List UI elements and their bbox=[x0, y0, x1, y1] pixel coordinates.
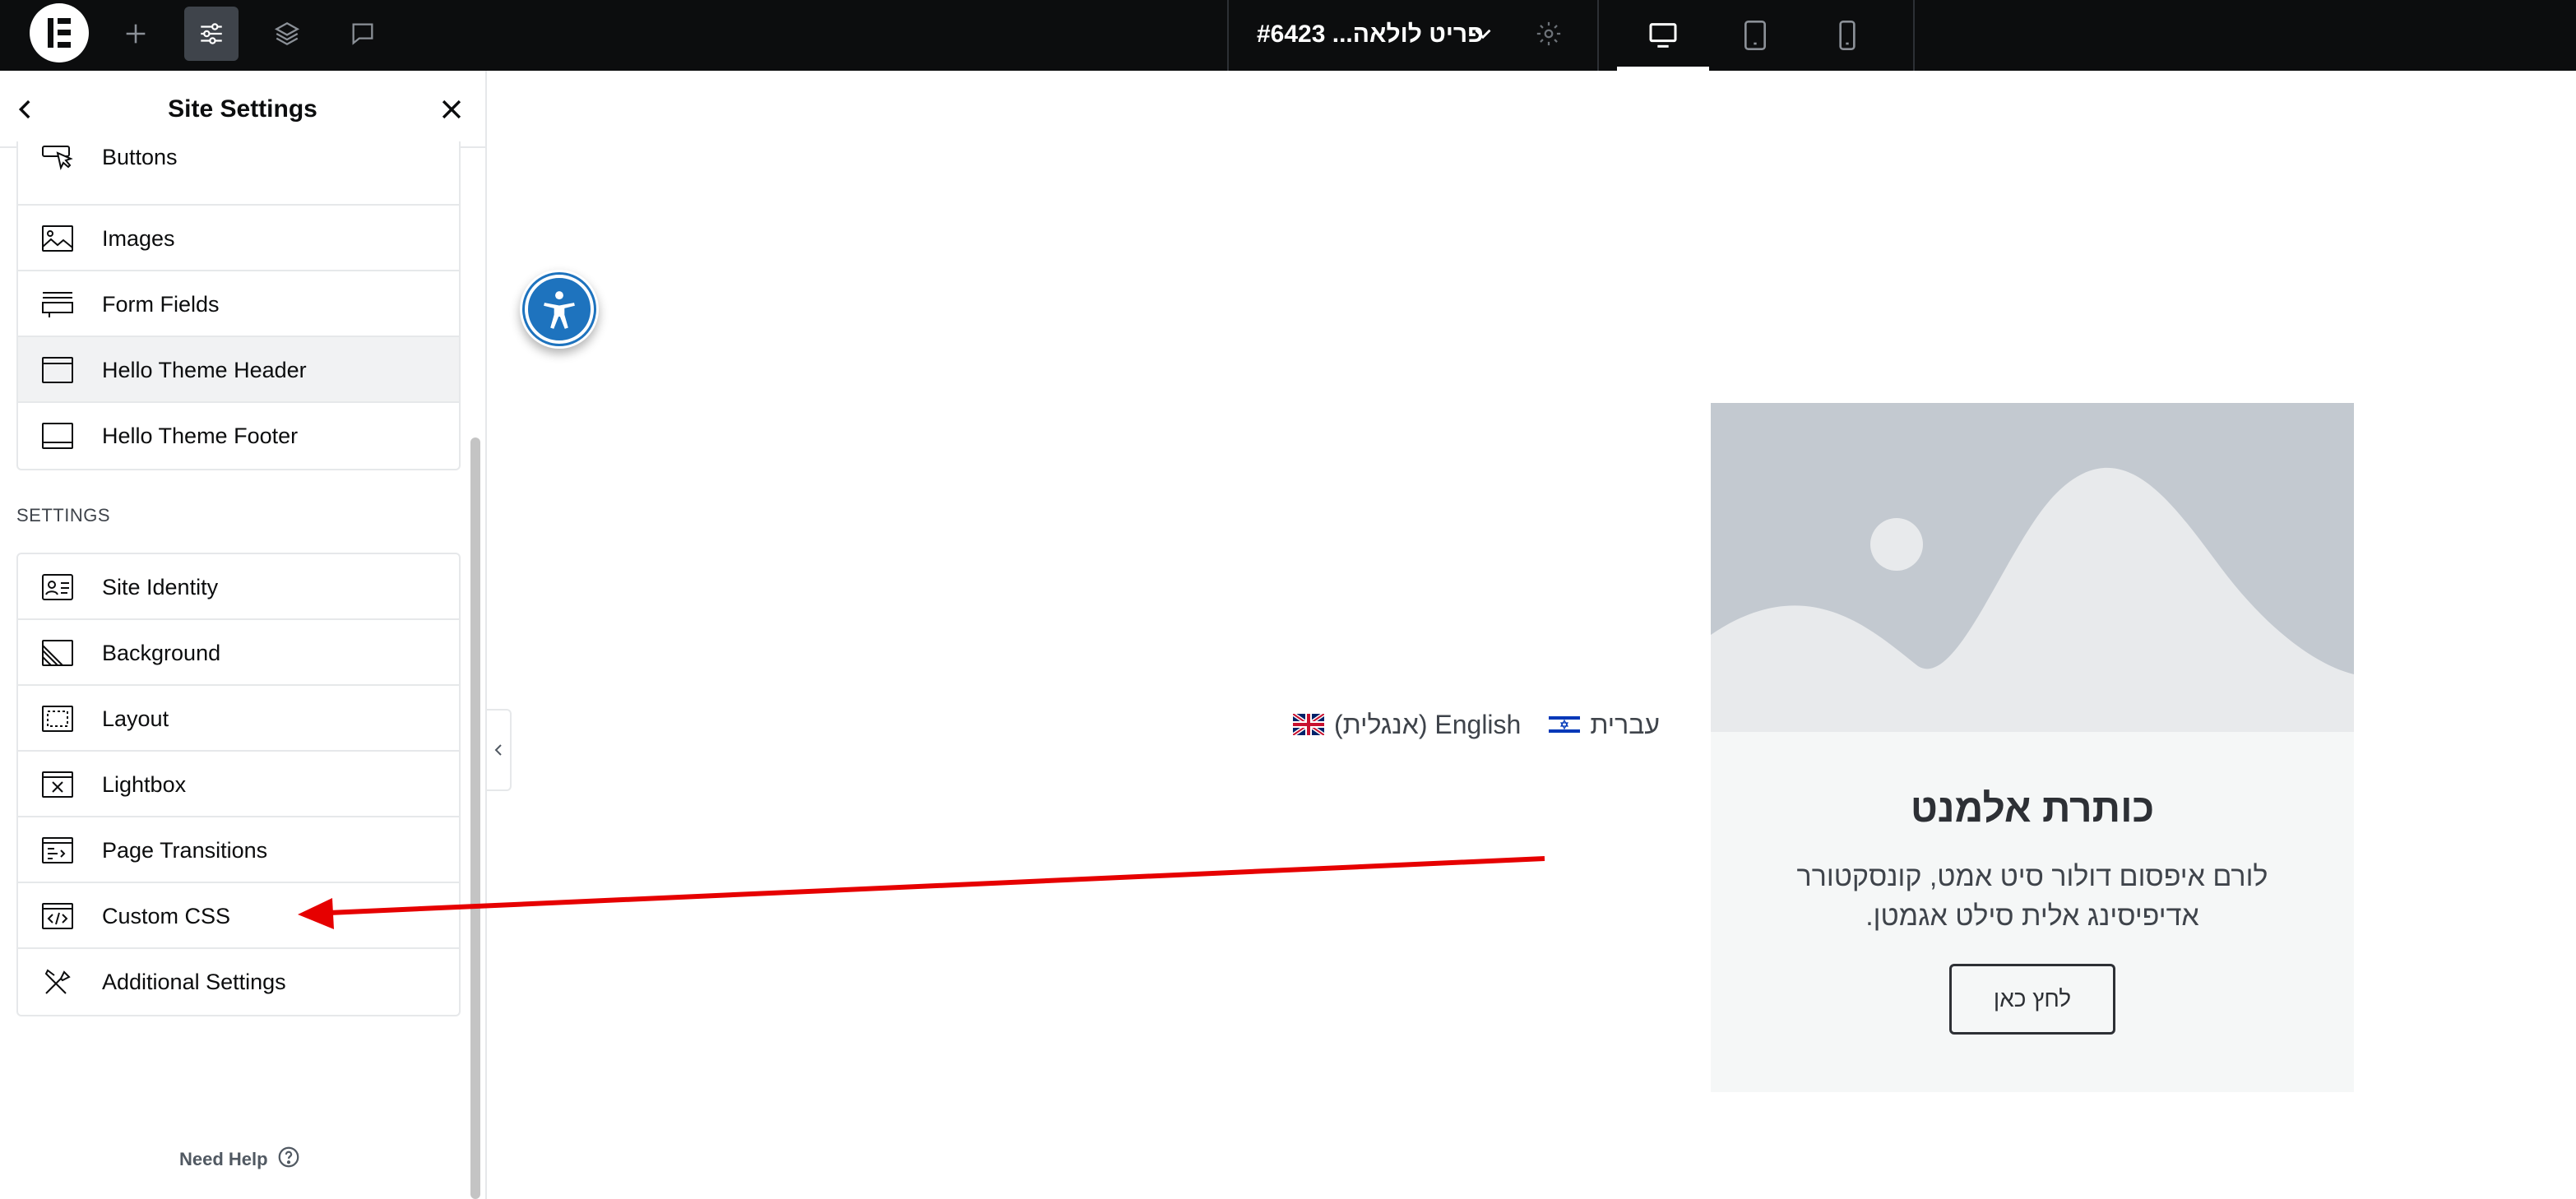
mobile-icon[interactable] bbox=[1801, 0, 1893, 71]
site-settings-panel: Site Settings Buttons Images Form Fields bbox=[0, 71, 487, 1199]
settings-item-label: Lightbox bbox=[102, 772, 187, 797]
collapse-panel-button[interactable] bbox=[487, 709, 512, 791]
uk-flag-icon bbox=[1293, 714, 1324, 735]
chevron-down-icon[interactable] bbox=[1456, 7, 1510, 61]
help-circle-icon bbox=[276, 1145, 301, 1174]
footer-icon bbox=[41, 421, 74, 451]
settings-item-layout[interactable]: Layout bbox=[18, 686, 459, 752]
general-settings-group: Site Identity Background Layout Lightbox… bbox=[16, 553, 461, 1016]
content-card: כותרת אלמנט לורם איפסום דולור סיט אמט, ק… bbox=[1711, 403, 2354, 1092]
settings-item-lightbox[interactable]: Lightbox bbox=[18, 752, 459, 817]
language-label: עברית bbox=[1590, 709, 1660, 739]
page-transitions-icon bbox=[41, 836, 74, 865]
lightbox-icon bbox=[41, 770, 74, 799]
layout-icon bbox=[41, 704, 74, 734]
top-bar: #6423 ...פריט לולאה bbox=[0, 0, 2576, 71]
settings-item-label: Hello Theme Footer bbox=[102, 424, 299, 448]
background-icon bbox=[41, 638, 74, 668]
settings-item-label: Custom CSS bbox=[102, 904, 231, 928]
settings-item-label: Additional Settings bbox=[102, 970, 286, 994]
settings-item-label: Page Transitions bbox=[102, 838, 268, 863]
settings-item-page-transitions[interactable]: Page Transitions bbox=[18, 817, 459, 883]
header-icon bbox=[41, 355, 74, 385]
placeholder-image bbox=[1711, 403, 2354, 732]
language-english[interactable]: English (אנגלית) bbox=[1293, 710, 1521, 740]
settings-item-form-fields[interactable]: Form Fields bbox=[18, 271, 459, 337]
settings-item-label: Images bbox=[102, 226, 175, 251]
elementor-logo[interactable] bbox=[30, 3, 89, 62]
settings-item-label: Hello Theme Header bbox=[102, 358, 307, 382]
settings-item-hello-theme-footer[interactable]: Hello Theme Footer bbox=[18, 403, 459, 469]
custom-css-icon bbox=[41, 901, 74, 931]
card-heading: כותרת אלמנט bbox=[1910, 787, 2155, 831]
settings-item-buttons[interactable]: Buttons bbox=[18, 141, 459, 206]
site-settings-icon[interactable] bbox=[184, 7, 239, 61]
form-fields-icon bbox=[41, 289, 74, 319]
desktop-icon[interactable] bbox=[1617, 0, 1709, 71]
comments-icon[interactable] bbox=[336, 7, 390, 61]
language-hebrew[interactable]: עברית bbox=[1549, 710, 1660, 740]
document-title-text: #6423 ...פריט לולאה bbox=[1257, 21, 1484, 48]
tablet-icon[interactable] bbox=[1709, 0, 1801, 71]
settings-item-background[interactable]: Background bbox=[18, 620, 459, 686]
language-label: English (אנגלית) bbox=[1334, 709, 1522, 739]
panel-header: Site Settings bbox=[0, 71, 485, 148]
need-help-link[interactable]: Need Help bbox=[179, 1145, 301, 1174]
settings-item-label: Background bbox=[102, 641, 221, 665]
card-text: לורם איפסום דולור סיט אמט, קונסקטורר אדי… bbox=[1796, 861, 2268, 932]
layers-icon[interactable] bbox=[260, 7, 314, 61]
toolbar-divider bbox=[1913, 0, 1915, 71]
close-icon[interactable] bbox=[431, 89, 472, 130]
settings-section-label: SETTINGS bbox=[16, 505, 111, 525]
settings-item-custom-css[interactable]: Custom CSS bbox=[18, 883, 459, 949]
settings-item-label: Buttons bbox=[102, 145, 178, 169]
toolbar-divider bbox=[1597, 0, 1599, 71]
settings-item-images[interactable]: Images bbox=[18, 206, 459, 271]
settings-item-additional-settings[interactable]: Additional Settings bbox=[18, 949, 459, 1015]
pointer-click-icon bbox=[41, 143, 74, 173]
site-identity-icon bbox=[41, 572, 74, 602]
settings-item-site-identity[interactable]: Site Identity bbox=[18, 554, 459, 620]
settings-item-label: Form Fields bbox=[102, 292, 220, 317]
document-title[interactable]: #6423 ...פריט לולאה bbox=[1257, 16, 1484, 53]
settings-item-label: Layout bbox=[102, 706, 169, 731]
gear-icon[interactable] bbox=[1522, 7, 1576, 61]
card-button[interactable]: לחץ כאן bbox=[1949, 964, 2115, 1035]
image-icon bbox=[41, 224, 74, 253]
settings-item-hello-theme-header[interactable]: Hello Theme Header bbox=[18, 337, 459, 403]
panel-title: Site Settings bbox=[168, 95, 317, 123]
accessibility-person-icon bbox=[544, 291, 575, 329]
israel-flag-icon bbox=[1549, 714, 1581, 735]
toolbar-divider bbox=[1227, 0, 1229, 71]
add-icon[interactable] bbox=[109, 7, 163, 61]
tools-icon bbox=[41, 967, 74, 997]
language-switcher: English (אנגלית) עברית bbox=[1293, 706, 1688, 743]
settings-item-label: Site Identity bbox=[102, 575, 219, 600]
accessibility-button[interactable] bbox=[520, 270, 599, 349]
design-settings-group: Buttons Images Form Fields Hello Theme H… bbox=[16, 141, 461, 470]
panel-scrollbar[interactable] bbox=[470, 437, 480, 1199]
need-help-label: Need Help bbox=[179, 1149, 268, 1169]
